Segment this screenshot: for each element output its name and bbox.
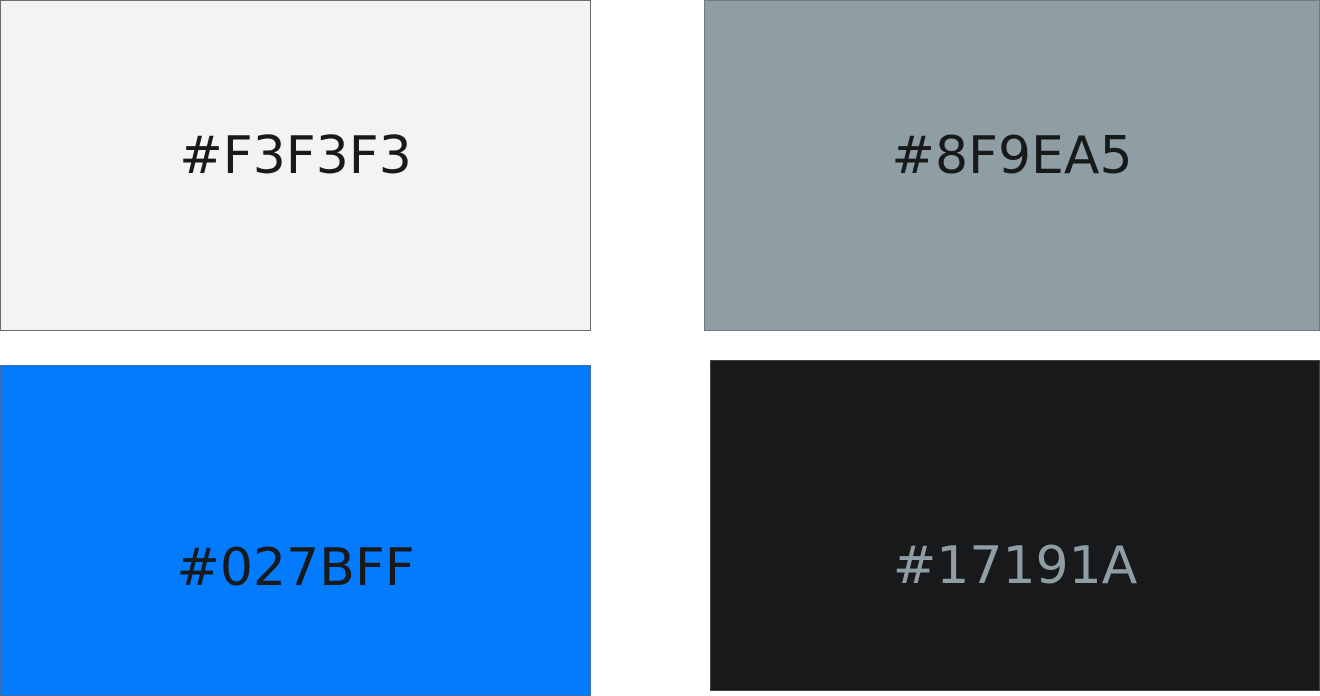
color-swatch-light-gray: #F3F3F3 xyxy=(0,0,591,331)
swatch-hex-label: #17191A xyxy=(892,535,1138,596)
swatch-hex-label: #027BFF xyxy=(176,538,415,598)
swatch-hex-label: #8F9EA5 xyxy=(891,125,1133,186)
swatch-hex-label: #F3F3F3 xyxy=(179,125,412,186)
color-swatch-blue: #027BFF xyxy=(0,365,591,696)
color-swatch-near-black: #17191A xyxy=(710,360,1320,691)
color-swatch-slate-gray: #8F9EA5 xyxy=(704,0,1320,331)
